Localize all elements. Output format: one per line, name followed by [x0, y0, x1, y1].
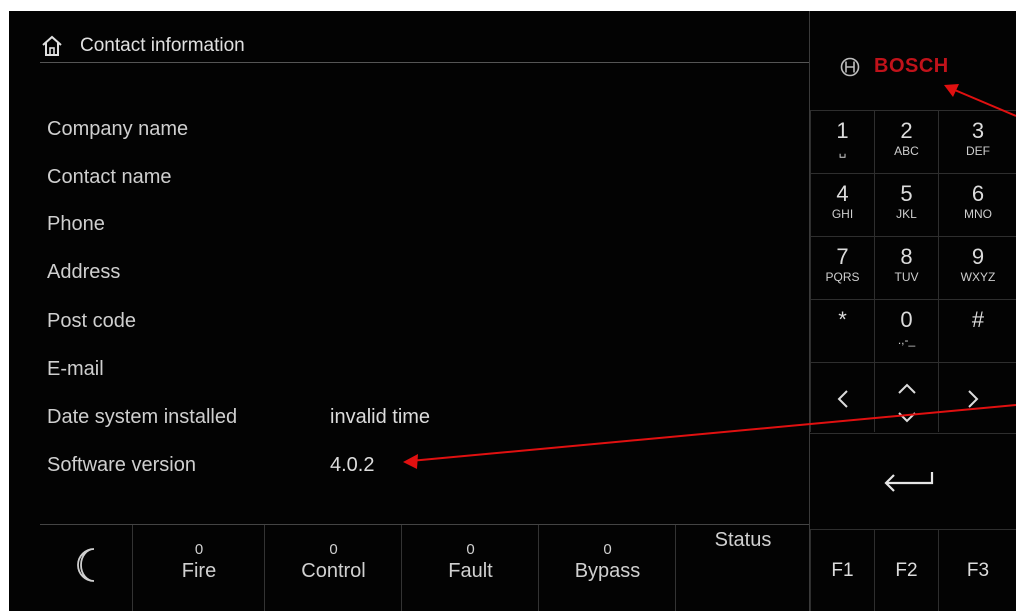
moon-icon — [77, 548, 95, 582]
key-digit: * — [838, 307, 847, 332]
key-digit: 4 — [836, 181, 849, 206]
home-icon[interactable] — [40, 34, 64, 58]
key-digit: 5 — [900, 181, 913, 206]
field-label-date-installed: Date system installed — [47, 406, 238, 428]
key-6[interactable]: 6 MNO — [938, 173, 1016, 236]
brand: BOSCH — [840, 55, 949, 78]
panel-screen: Contact information Company name Contact… — [9, 11, 1016, 611]
bypass-label: Bypass — [574, 560, 641, 582]
fire-count: 0 — [194, 541, 204, 558]
bypass-count: 0 — [603, 541, 612, 558]
key-letters: TUV — [894, 270, 919, 284]
right-arrow-icon — [968, 390, 979, 408]
key-star[interactable]: * — [810, 299, 874, 362]
key-9[interactable]: 9 WXYZ — [938, 236, 1016, 299]
night-mode-button[interactable] — [40, 525, 142, 611]
key-digit: 6 — [971, 181, 985, 206]
key-letters: PQRS — [825, 270, 860, 284]
field-label-email: E-mail — [47, 358, 104, 380]
control-label: Control — [301, 560, 366, 582]
control-count: 0 — [329, 541, 338, 558]
key-digit: 1 — [836, 118, 849, 143]
bosch-logo-icon — [840, 57, 860, 76]
key-letters: ABC — [894, 144, 919, 158]
keypad: BOSCH 1 ␣ 2 ABC 3 DEF 4 GHI 5 JKL 6 MNO — [809, 11, 1016, 611]
key-digit: 9 — [971, 244, 985, 269]
field-label-post-code: Post code — [47, 310, 136, 332]
f2-button[interactable]: F2 — [874, 529, 938, 611]
key-letters: ␣ — [838, 144, 847, 158]
status-control-button[interactable]: 0 Control — [264, 525, 402, 611]
f3-button[interactable]: F3 — [938, 529, 1016, 611]
key-0[interactable]: 0 .,-_ — [874, 299, 938, 362]
header-divider — [40, 62, 810, 63]
field-label-software-version: Software version — [47, 454, 196, 476]
f1-button[interactable]: F1 — [810, 529, 874, 611]
status-fault-button[interactable]: 0 Fault — [401, 525, 539, 611]
field-value-date-installed: invalid time — [330, 406, 431, 428]
fault-label: Fault — [448, 560, 493, 582]
enter-button[interactable] — [810, 433, 1016, 529]
field-value-software-version: 4.0.2 — [330, 454, 375, 476]
header: Contact information — [40, 31, 245, 61]
key-digit: 0 — [900, 307, 913, 332]
key-digit: # — [971, 307, 985, 332]
up-down-arrow-icon — [898, 383, 916, 423]
key-letters: MNO — [964, 207, 992, 221]
nav-right-button[interactable] — [938, 362, 1016, 432]
left-arrow-icon — [837, 390, 848, 408]
status-bypass-button[interactable]: 0 Bypass — [538, 525, 676, 611]
nav-up-down-button[interactable] — [874, 362, 938, 432]
key-1[interactable]: 1 ␣ — [810, 110, 874, 173]
key-digit: 3 — [971, 118, 985, 143]
key-4[interactable]: 4 GHI — [810, 173, 874, 236]
key-8[interactable]: 8 TUV — [874, 236, 938, 299]
nav-left-button[interactable] — [810, 362, 874, 432]
page-title: Contact information — [80, 35, 245, 56]
key-7[interactable]: 7 PQRS — [810, 236, 874, 299]
key-digit: 2 — [900, 118, 913, 143]
status-button[interactable]: Status — [675, 525, 810, 611]
fire-label: Fire — [181, 560, 217, 582]
status-label: Status — [714, 529, 772, 551]
key-3[interactable]: 3 DEF — [938, 110, 1016, 173]
status-fire-button[interactable]: 0 Fire — [132, 525, 265, 611]
enter-icon — [884, 472, 934, 492]
key-letters: JKL — [896, 207, 917, 221]
key-letters: GHI — [831, 207, 854, 221]
field-label-contact-name: Contact name — [47, 166, 172, 188]
brand-name: BOSCH — [874, 55, 949, 77]
key-digit: 7 — [836, 244, 849, 269]
key-letters: .,-_ — [897, 333, 916, 347]
key-letters: DEF — [966, 144, 990, 158]
key-digit: 8 — [900, 244, 913, 269]
fault-count: 0 — [466, 541, 475, 558]
field-label-phone: Phone — [47, 213, 105, 235]
key-hash[interactable]: # — [938, 299, 1016, 362]
key-letters: WXYZ — [960, 270, 996, 284]
field-label-address: Address — [47, 261, 121, 283]
field-label-company-name: Company name — [47, 118, 189, 140]
key-2[interactable]: 2 ABC — [874, 110, 938, 173]
key-5[interactable]: 5 JKL — [874, 173, 938, 236]
